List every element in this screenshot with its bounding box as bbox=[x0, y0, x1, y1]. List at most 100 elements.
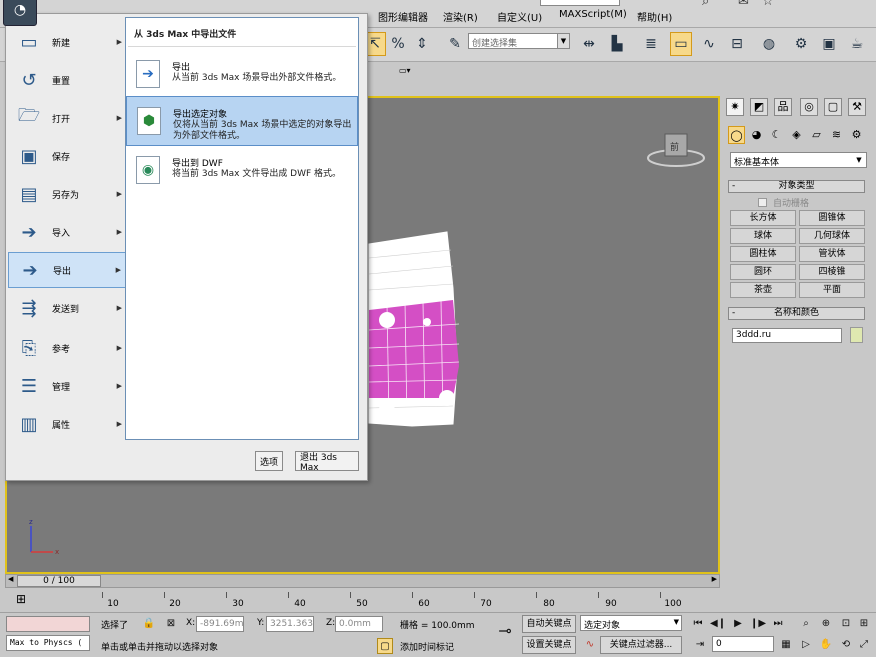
menu-properties[interactable]: ▥ 属性 ▶ bbox=[8, 406, 126, 442]
zoom-extents-icon[interactable]: ⊡ bbox=[838, 616, 854, 632]
utilities-tab-icon[interactable]: ⚒ bbox=[848, 98, 866, 116]
geometry-category-dropdown[interactable]: 标准基本体 ▼ bbox=[730, 152, 867, 168]
toggle-track-bar-icon[interactable]: ⊞ bbox=[16, 592, 26, 606]
time-tag-icon[interactable]: ▢ bbox=[377, 638, 393, 654]
motion-tab-icon[interactable]: ◎ bbox=[800, 98, 818, 116]
layer-manager-icon[interactable]: ≣ bbox=[640, 32, 662, 56]
z-coordinate-input[interactable]: 0.0mm bbox=[335, 616, 383, 632]
plane-button[interactable]: 平面 bbox=[799, 282, 865, 298]
menu-save[interactable]: ▣ 保存 bbox=[8, 138, 126, 174]
time-slider[interactable]: ◀ 0 / 100 ▶ bbox=[5, 574, 720, 588]
menu-new[interactable]: ▭ 新建 ▶ bbox=[8, 24, 126, 60]
next-frame-icon[interactable]: ❙▶ bbox=[750, 616, 766, 632]
key-filters-button[interactable]: 关键点过滤器... bbox=[600, 636, 682, 654]
maxscript-mini-listener-pink[interactable] bbox=[6, 616, 90, 632]
submenu-export-dwf[interactable]: ◉ 导出到 DWF 将当前 3ds Max 文件导出成 DWF 格式。 bbox=[126, 146, 358, 196]
add-time-tag[interactable]: 添加时间标记 bbox=[400, 640, 454, 653]
previous-frame-icon[interactable]: ◀❙ bbox=[710, 616, 726, 632]
align-icon[interactable]: ▙ bbox=[606, 32, 628, 56]
torus-button[interactable]: 圆环 bbox=[730, 264, 796, 280]
communication-icon[interactable]: ✉ bbox=[738, 0, 749, 9]
geosphere-button[interactable]: 几何球体 bbox=[799, 228, 865, 244]
graphite-ribbon-icon[interactable]: ▭ bbox=[670, 32, 692, 56]
set-keys-icon[interactable]: ∿ bbox=[582, 637, 598, 653]
spinner-snap-icon[interactable]: ⇕ bbox=[411, 32, 433, 56]
maximize-viewport-icon[interactable]: ⤢ bbox=[856, 637, 872, 653]
current-frame-input[interactable]: 0 bbox=[712, 636, 774, 652]
menu-reference[interactable]: ⎘ 参考 ▶ bbox=[8, 330, 126, 366]
zoom-extents-all-icon[interactable]: ⊞ bbox=[856, 616, 872, 632]
selection-lock-icon[interactable]: 🔒 bbox=[141, 616, 157, 632]
key-mode-toggle-icon[interactable]: ⇥ bbox=[692, 637, 708, 653]
exit-button[interactable]: 退出 3ds Max bbox=[295, 451, 359, 473]
edit-named-selection-icon[interactable]: ✎ bbox=[444, 32, 466, 56]
infocenter-search-input[interactable] bbox=[540, 0, 620, 6]
mirror-icon[interactable]: ⇹ bbox=[578, 32, 600, 56]
track-bar[interactable]: 10 20 30 40 50 60 70 80 90 100 bbox=[40, 590, 688, 612]
go-to-end-icon[interactable]: ⏭ bbox=[770, 616, 786, 632]
create-tab-icon[interactable]: ✷ bbox=[726, 98, 744, 116]
object-type-rollout-header[interactable]: - 对象类型 bbox=[728, 180, 865, 193]
lights-icon[interactable]: ☾ bbox=[768, 126, 785, 144]
absolute-mode-icon[interactable]: ⊠ bbox=[163, 616, 179, 632]
menu-send-to[interactable]: ⇶ 发送到 ▶ bbox=[8, 290, 126, 326]
menu-maxscript[interactable]: MAXScript(M) bbox=[559, 9, 627, 20]
helpers-icon[interactable]: ▱ bbox=[808, 126, 825, 144]
menu-open[interactable]: 🗁 打开 ▶ bbox=[8, 100, 126, 136]
next-frame-icon[interactable]: ▶ bbox=[712, 575, 717, 583]
autogrid-checkbox[interactable]: 自动栅格 bbox=[758, 196, 809, 209]
viewcube[interactable]: 前 bbox=[647, 128, 705, 168]
time-configuration-icon[interactable]: ▦ bbox=[778, 637, 794, 653]
object-name-input[interactable]: 3ddd.ru bbox=[732, 328, 842, 343]
key-mode-icon[interactable]: ⊸ bbox=[492, 623, 518, 645]
menu-customize[interactable]: 自定义(U) bbox=[497, 9, 542, 24]
favorites-icon[interactable]: ☆ bbox=[762, 0, 774, 9]
pan-view-icon[interactable]: ✋ bbox=[818, 637, 834, 653]
spacewarps-icon[interactable]: ≋ bbox=[828, 126, 845, 144]
named-selection-set-dropdown[interactable]: 创建选择集 ▼ bbox=[468, 33, 570, 49]
shapes-icon[interactable]: ◕ bbox=[748, 126, 765, 144]
submenu-export[interactable]: ➔ 导出 从当前 3ds Max 场景导出外部文件格式。 bbox=[126, 50, 358, 100]
menu-manage[interactable]: ☰ 管理 ▶ bbox=[8, 368, 126, 404]
name-color-rollout-header[interactable]: - 名称和颜色 bbox=[728, 307, 865, 320]
systems-icon[interactable]: ⚙ bbox=[848, 126, 865, 144]
object-color-swatch[interactable] bbox=[850, 327, 863, 343]
ribbon-dropdown-icon[interactable]: ▭▾ bbox=[399, 66, 419, 75]
percent-snap-icon[interactable]: % bbox=[387, 32, 409, 56]
modify-tab-icon[interactable]: ◩ bbox=[750, 98, 768, 116]
display-tab-icon[interactable]: ▢ bbox=[824, 98, 842, 116]
geometry-icon[interactable]: ◯ bbox=[728, 126, 745, 144]
y-coordinate-input[interactable]: 3251.363m bbox=[266, 616, 314, 632]
menu-import[interactable]: ➔ 导入 ▶ bbox=[8, 214, 126, 250]
sphere-button[interactable]: 球体 bbox=[730, 228, 796, 244]
application-button[interactable]: ◔ bbox=[3, 0, 37, 26]
cylinder-button[interactable]: 圆柱体 bbox=[730, 246, 796, 262]
zoom-icon[interactable]: ⌕ bbox=[798, 616, 814, 632]
render-production-icon[interactable]: ☕ bbox=[846, 32, 868, 56]
schematic-view-icon[interactable]: ⊟ bbox=[726, 32, 748, 56]
menu-reset[interactable]: ↺ 重置 bbox=[8, 62, 126, 98]
field-of-view-icon[interactable]: ▷ bbox=[798, 637, 814, 653]
curve-editor-icon[interactable]: ∿ bbox=[698, 32, 720, 56]
search-icon[interactable]: ⌕ bbox=[702, 0, 709, 9]
cone-button[interactable]: 圆锥体 bbox=[799, 210, 865, 226]
hierarchy-tab-icon[interactable]: 品 bbox=[774, 98, 792, 116]
selected-objects-dropdown[interactable]: 选定对象 ▼ bbox=[580, 615, 682, 631]
time-slider-thumb[interactable]: 0 / 100 bbox=[17, 575, 101, 587]
menu-export[interactable]: ➔ 导出 ▶ bbox=[8, 252, 126, 288]
menu-save-as[interactable]: ▤ 另存为 ▶ bbox=[8, 176, 126, 212]
options-button[interactable]: 选项 bbox=[255, 451, 283, 471]
previous-frame-icon[interactable]: ◀ bbox=[8, 575, 13, 583]
tube-button[interactable]: 管状体 bbox=[799, 246, 865, 262]
pyramid-button[interactable]: 四棱锥 bbox=[799, 264, 865, 280]
rendered-frame-window-icon[interactable]: ▣ bbox=[818, 32, 840, 56]
teapot-button[interactable]: 茶壶 bbox=[730, 282, 796, 298]
menu-rendering[interactable]: 渲染(R) bbox=[443, 9, 478, 24]
x-coordinate-input[interactable]: -891.69mm bbox=[196, 616, 244, 632]
material-editor-icon[interactable]: ◍ bbox=[758, 32, 780, 56]
box-button[interactable]: 长方体 bbox=[730, 210, 796, 226]
go-to-start-icon[interactable]: ⏮ bbox=[690, 616, 706, 632]
menu-graph-editors[interactable]: 图形编辑器 bbox=[378, 9, 428, 24]
auto-key-button[interactable]: 自动关键点 bbox=[522, 615, 576, 633]
submenu-export-selected[interactable]: ⬢ 导出选定对象 仅将从当前 3ds Max 场景中选定的对象导出为外部文件格式… bbox=[126, 96, 358, 146]
